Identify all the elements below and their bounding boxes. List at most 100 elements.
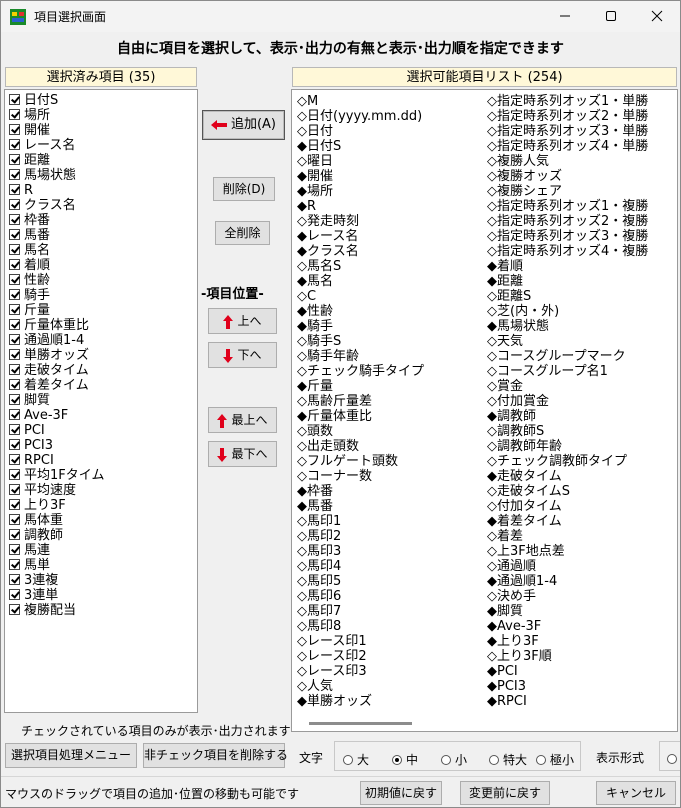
selected-item[interactable]: 場所 [9, 108, 50, 123]
item-checkbox[interactable] [9, 589, 20, 600]
available-item[interactable]: ◆馬番 [297, 499, 333, 514]
available-item[interactable]: ◇レース印2 [297, 649, 367, 664]
selected-item[interactable]: 馬名 [9, 243, 50, 258]
selected-item[interactable]: 複勝配当 [9, 603, 76, 618]
item-checkbox[interactable] [9, 259, 20, 270]
item-checkbox[interactable] [9, 484, 20, 495]
selected-item[interactable]: 調教師 [9, 528, 63, 543]
selected-item[interactable]: 馬単 [9, 558, 50, 573]
delete-all-button[interactable]: 全削除 [215, 221, 270, 245]
cancel-button[interactable]: キャンセル [596, 781, 676, 805]
item-checkbox[interactable] [9, 169, 20, 180]
item-checkbox[interactable] [9, 454, 20, 465]
item-checkbox[interactable] [9, 469, 20, 480]
available-item[interactable]: ◆上り3F [487, 634, 539, 649]
available-item[interactable]: ◆馬名 [297, 274, 333, 289]
selected-item[interactable]: 日付S [9, 93, 58, 108]
available-item[interactable]: ◇付加タイム [487, 499, 562, 514]
remove-unchecked-button[interactable]: 非チェック項目を削除する [143, 743, 288, 768]
move-up-button[interactable]: 上へ [208, 308, 277, 334]
selected-item[interactable]: Ave-3F [9, 408, 68, 423]
display-format-radio[interactable] [667, 754, 677, 764]
item-checkbox[interactable] [9, 199, 20, 210]
available-item[interactable]: ◇複勝人気 [487, 154, 549, 169]
available-item[interactable]: ◇指定時系列オッズ1・複勝 [487, 199, 648, 214]
item-checkbox[interactable] [9, 94, 20, 105]
selected-item[interactable]: 開催 [9, 123, 50, 138]
item-checkbox[interactable] [9, 244, 20, 255]
available-item[interactable]: ◇発走時刻 [297, 214, 359, 229]
available-item[interactable]: ◇馬印7 [297, 604, 341, 619]
selected-item[interactable]: 着順 [9, 258, 50, 273]
available-item[interactable]: ◇指定時系列オッズ3・複勝 [487, 229, 648, 244]
selected-item[interactable]: 走破タイム [9, 363, 89, 378]
item-checkbox[interactable] [9, 124, 20, 135]
item-checkbox[interactable] [9, 304, 20, 315]
font-size-option[interactable]: 小 [441, 751, 467, 768]
available-item[interactable]: ◇距離S [487, 289, 531, 304]
available-item[interactable]: ◇馬名S [297, 259, 341, 274]
close-button[interactable] [635, 1, 680, 32]
selected-item[interactable]: 性齢 [9, 273, 50, 288]
minimize-button[interactable] [543, 1, 589, 32]
item-checkbox[interactable] [9, 289, 20, 300]
available-item[interactable]: ◇指定時系列オッズ1・単勝 [487, 94, 648, 109]
available-item[interactable]: ◇人気 [297, 679, 333, 694]
selected-item[interactable]: 単勝オッズ [9, 348, 89, 363]
available-item[interactable]: ◇レース印1 [297, 634, 367, 649]
font-size-option[interactable]: 特大 [489, 751, 527, 768]
available-item[interactable]: ◇馬印3 [297, 544, 341, 559]
item-checkbox[interactable] [9, 334, 20, 345]
available-item[interactable]: ◆斤量 [297, 379, 333, 394]
font-size-option[interactable]: 中 [392, 751, 418, 768]
selected-item[interactable]: 平均1Fタイム [9, 468, 105, 483]
available-item[interactable]: ◆PCI3 [487, 679, 526, 694]
available-item[interactable]: ◆クラス名 [297, 244, 359, 259]
item-menu-button[interactable]: 選択項目処理メニュー [5, 743, 137, 768]
selected-item[interactable]: RPCI [9, 453, 54, 468]
available-item[interactable]: ◇天気 [487, 334, 523, 349]
selected-item[interactable]: 馬連 [9, 543, 50, 558]
item-checkbox[interactable] [9, 139, 20, 150]
available-item[interactable]: ◇チェック調教師タイプ [487, 454, 627, 469]
available-item[interactable]: ◇騎手S [297, 334, 341, 349]
available-item[interactable]: ◆馬場状態 [487, 319, 549, 334]
item-checkbox[interactable] [9, 409, 20, 420]
selected-item[interactable]: PCI [9, 423, 45, 438]
available-item[interactable]: ◆レース名 [297, 229, 358, 244]
item-checkbox[interactable] [9, 514, 20, 525]
item-checkbox[interactable] [9, 559, 20, 570]
maximize-button[interactable] [589, 1, 635, 32]
available-item[interactable]: ◆Ave-3F [487, 619, 541, 634]
horizontal-scrollbar[interactable] [294, 716, 676, 730]
available-item[interactable]: ◇馬印8 [297, 619, 341, 634]
selected-items-list[interactable]: 日付S 場所 開催 レース名 距離 馬場状態 R クラス名 枠番 馬番 馬名 着順 性齢 騎手 斤量 斤量体重… [4, 89, 198, 713]
available-item[interactable]: ◆場所 [297, 184, 333, 199]
item-checkbox[interactable] [9, 229, 20, 240]
selected-item[interactable]: 脚質 [9, 393, 50, 408]
available-item[interactable]: ◇日付(yyyy.mm.dd) [297, 109, 422, 124]
item-checkbox[interactable] [9, 529, 20, 540]
available-item[interactable]: ◆単勝オッズ [297, 694, 372, 709]
available-item[interactable]: ◆着順 [487, 259, 523, 274]
available-item[interactable]: ◆PCI [487, 664, 518, 679]
available-item[interactable]: ◆着差タイム [487, 514, 562, 529]
available-item[interactable]: ◇馬印1 [297, 514, 341, 529]
selected-item[interactable]: 枠番 [9, 213, 50, 228]
available-item[interactable]: ◆開催 [297, 169, 333, 184]
radio-button[interactable] [343, 755, 353, 765]
available-item[interactable]: ◆脚質 [487, 604, 523, 619]
available-item[interactable]: ◇決め手 [487, 589, 536, 604]
selected-item[interactable]: 距離 [9, 153, 50, 168]
item-checkbox[interactable] [9, 184, 20, 195]
available-item[interactable]: ◇芝(内・外) [487, 304, 559, 319]
scrollbar-thumb[interactable] [309, 722, 412, 725]
selected-item[interactable]: 3連単 [9, 588, 58, 603]
item-checkbox[interactable] [9, 274, 20, 285]
reset-default-button[interactable]: 初期値に戻す [360, 781, 442, 805]
available-item[interactable]: ◆性齢 [297, 304, 333, 319]
available-item[interactable]: ◆距離 [487, 274, 523, 289]
available-item[interactable]: ◇指定時系列オッズ2・単勝 [487, 109, 648, 124]
move-top-button[interactable]: 最上へ [208, 407, 277, 433]
available-item[interactable]: ◇日付 [297, 124, 333, 139]
